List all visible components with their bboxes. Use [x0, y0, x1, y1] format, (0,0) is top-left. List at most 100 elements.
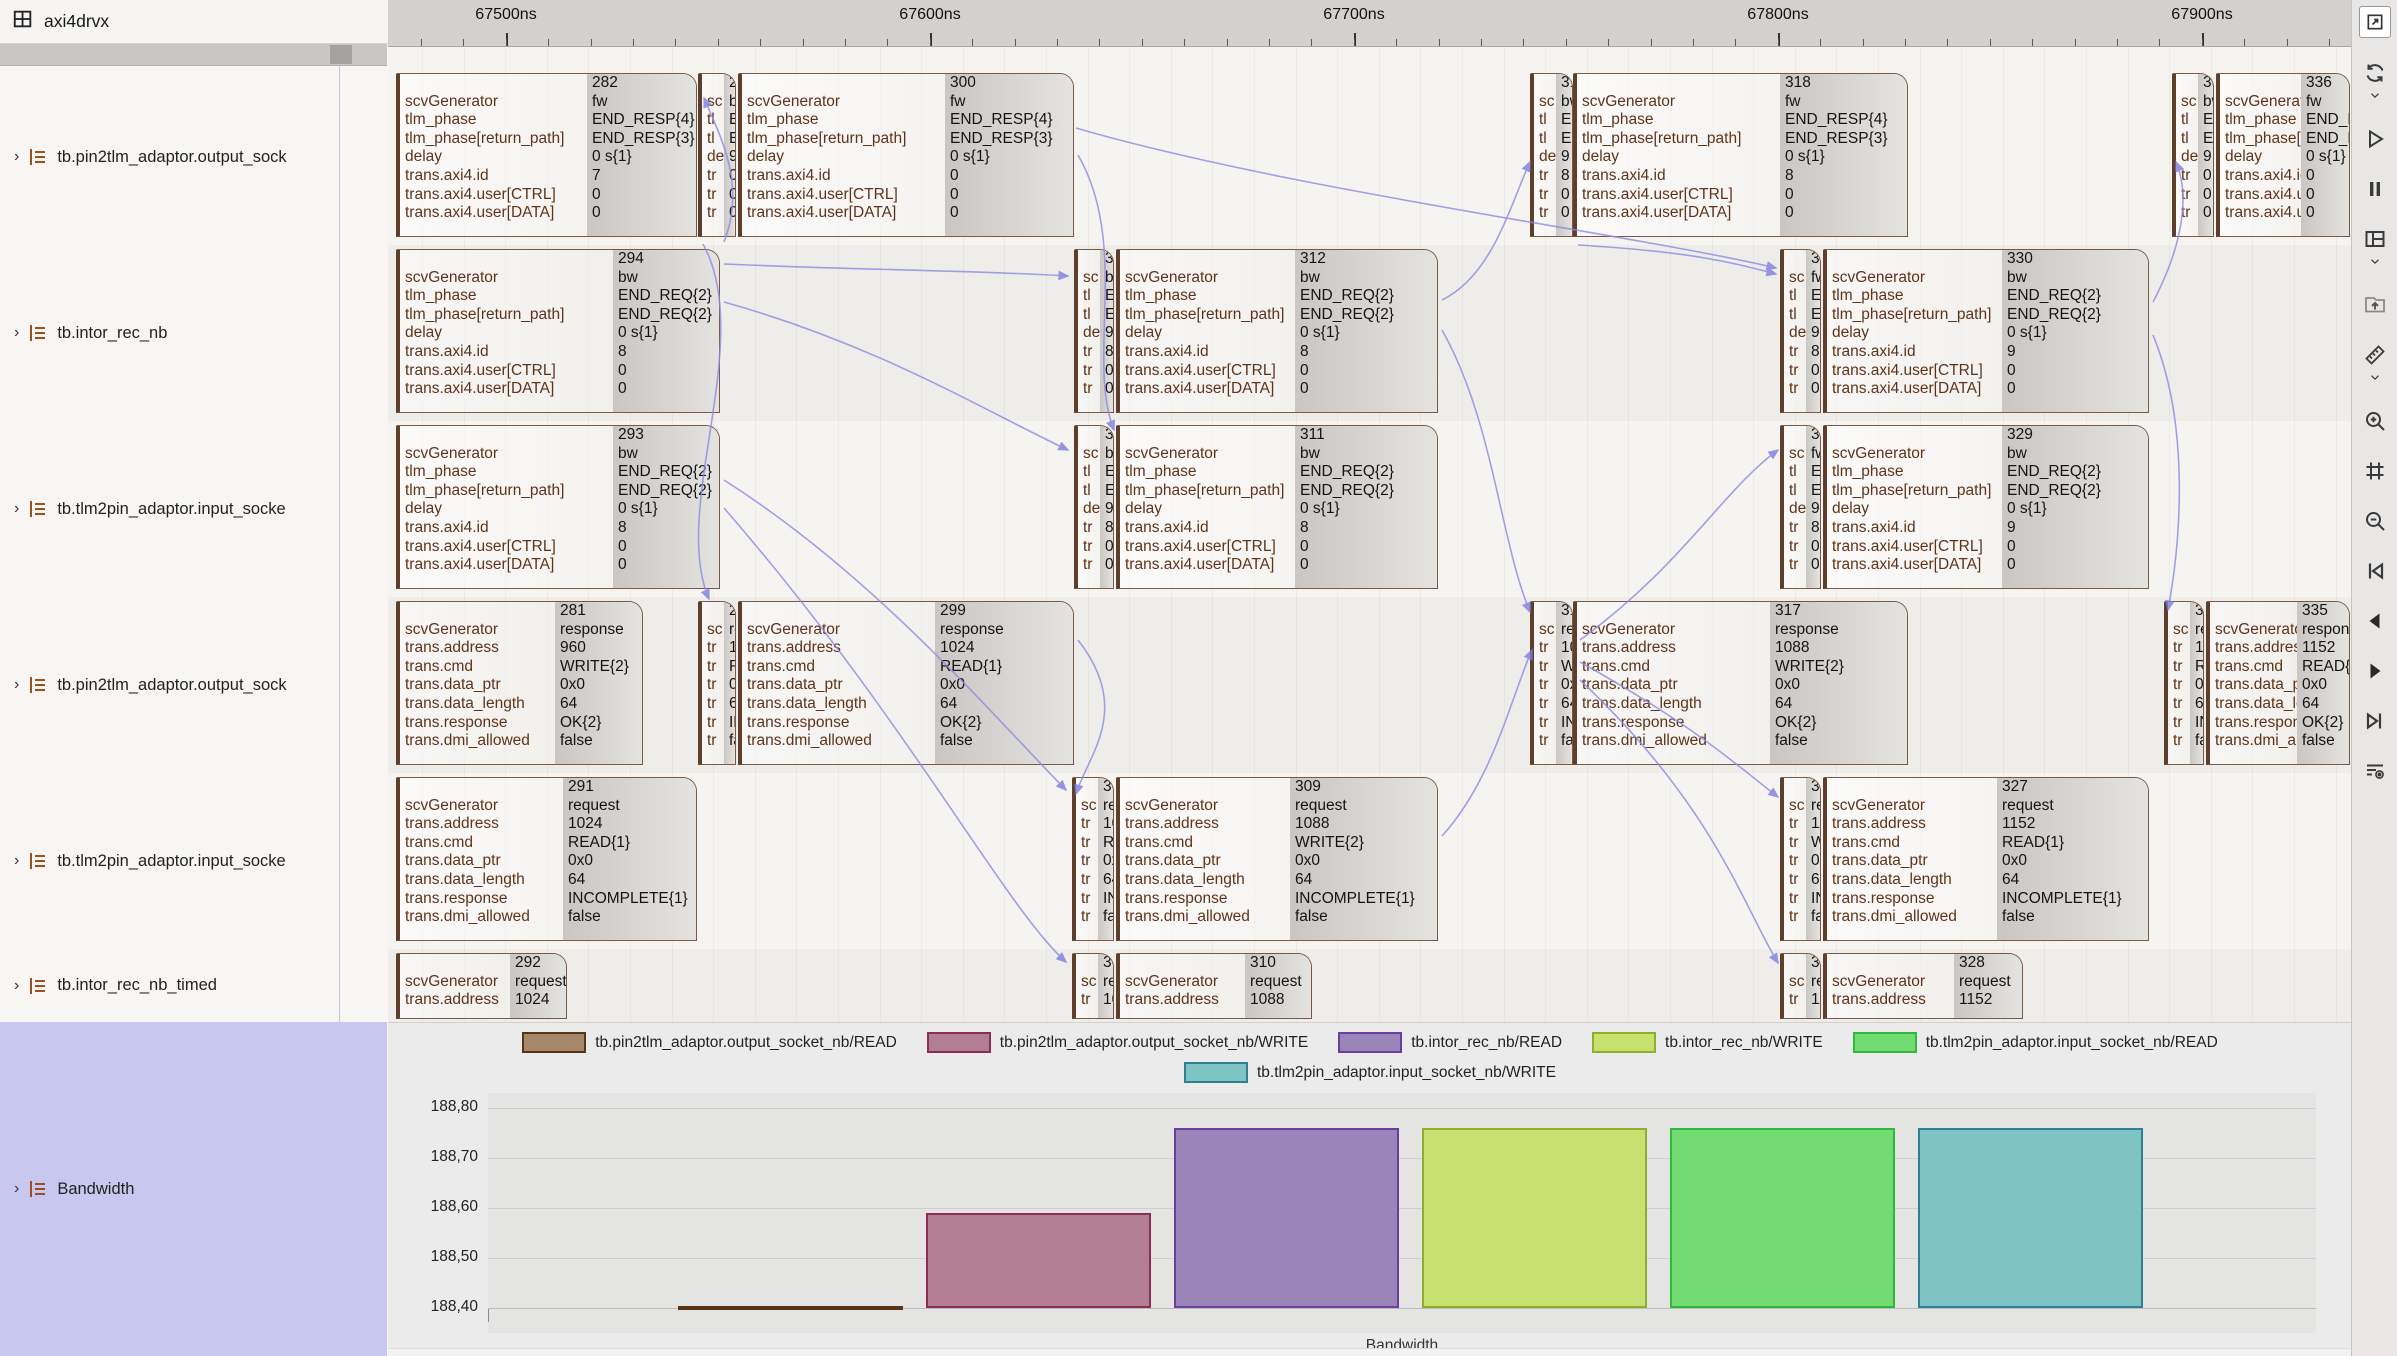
transaction-33[interactable]: sctltldetrtrtr33bwENEN9000	[2172, 73, 2214, 237]
ruler-icon[interactable]	[2359, 340, 2391, 370]
chart-legend-row: tb.tlm2pin_adaptor.input_socket_nb/WRITE	[388, 1062, 2352, 1083]
transaction-335[interactable]: scvGeneratortrans.addresstrans.cmdtrans.…	[2206, 601, 2350, 765]
chevron-right-icon[interactable]: ›	[14, 852, 19, 870]
refresh-icon[interactable]	[2359, 58, 2391, 88]
sidebar-item-tb-tlm2pin-adaptor-input-socke[interactable]: ›tb.tlm2pin_adaptor.input_socke	[0, 773, 387, 949]
transaction-31[interactable]: sctltldetrtrtr31bwENEN9800	[1530, 73, 1573, 237]
attr-label: trans.dmi_allowed	[747, 732, 935, 751]
attr-spacer	[1125, 778, 1290, 797]
transaction-attr-labels: scvGeneratortrans.addresstrans.cmdtrans.…	[1577, 602, 1770, 764]
transaction-330[interactable]: scvGeneratortlm_phasetlm_phase[return_pa…	[1823, 249, 2149, 413]
attr-label: sc	[707, 621, 724, 640]
transaction-327[interactable]: scvGeneratortrans.addresstrans.cmdtrans.…	[1823, 777, 2149, 941]
zoom-fit-icon[interactable]	[2359, 456, 2391, 486]
transaction-33[interactable]: sctrtrtrtrtrtr33re11RI0x64INfa	[2164, 601, 2204, 765]
transaction-30[interactable]: sctr30re10	[1072, 953, 1114, 1019]
attr-label: trans.cmd	[747, 658, 935, 677]
transaction-31[interactable]: sctrtrtrtrtrtr31re10W0x64INfa	[1530, 601, 1573, 765]
transaction-312[interactable]: scvGeneratortlm_phasetlm_phase[return_pa…	[1116, 249, 1438, 413]
chevron-down-icon[interactable]	[2359, 254, 2391, 270]
sidebar-horizontal-scrollbar[interactable]	[0, 44, 387, 66]
sidebar-item-bandwidth[interactable]: ›Bandwidth	[0, 1022, 387, 1356]
transaction-310[interactable]: scvGeneratortrans.address310request1088	[1116, 953, 1312, 1019]
transaction-317[interactable]: scvGeneratortrans.addresstrans.cmdtrans.…	[1573, 601, 1908, 765]
window-layout-icon[interactable]	[2359, 224, 2391, 254]
transaction-30[interactable]: sctltldetrtrtr30bwENEN9800	[1074, 249, 1114, 413]
transaction-29[interactable]: sctltldetrtrtr29bwENEN9000	[698, 73, 736, 237]
chart-bar-tb-pin2tlm-adaptor-output-socket-nb-read[interactable]	[678, 1306, 903, 1310]
bottom-scrollbar[interactable]	[388, 1348, 2352, 1356]
transaction-311[interactable]: scvGeneratortlm_phasetlm_phase[return_pa…	[1116, 425, 1438, 589]
transaction-300[interactable]: scvGeneratortlm_phasetlm_phase[return_pa…	[738, 73, 1074, 237]
prev-transaction-icon[interactable]	[2359, 606, 2391, 636]
transaction-328[interactable]: scvGeneratortrans.address328request1152	[1823, 953, 2023, 1019]
sidebar-item-tb-pin2tlm-adaptor-output-sock[interactable]: ›tb.pin2tlm_adaptor.output_sock	[0, 597, 387, 773]
transaction-293[interactable]: scvGeneratortlm_phasetlm_phase[return_pa…	[396, 425, 720, 589]
transaction-30[interactable]: sctrtrtrtrtrtr30re10RI0x64INfa	[1072, 777, 1114, 941]
sidebar-item-tb-intor-rec-nb-timed[interactable]: ›tb.intor_rec_nb_timed	[0, 949, 387, 1022]
transaction-292[interactable]: scvGeneratortrans.address292request1024	[396, 953, 567, 1019]
zoom-in-icon[interactable]	[2359, 406, 2391, 436]
transaction-336[interactable]: scvGeneratortlm_phasetlm_phase[return_pa…	[2216, 73, 2350, 237]
transaction-29[interactable]: sctrtrtrtrtrtr29re10RI0x64INfa	[698, 601, 736, 765]
folder-up-icon[interactable]	[2359, 290, 2391, 320]
chevron-right-icon[interactable]: ›	[14, 148, 19, 166]
attr-value: 0	[2306, 186, 2349, 205]
transaction-30[interactable]: sctltldetrtrtr30bwENEN9800	[1074, 425, 1114, 589]
chevron-right-icon[interactable]: ›	[14, 977, 19, 995]
transaction-294[interactable]: scvGeneratortlm_phasetlm_phase[return_pa…	[396, 249, 720, 413]
attr-label: trans.axi4.user[CTRL]	[1832, 362, 2002, 381]
attr-value: 0	[618, 362, 719, 381]
transaction-32[interactable]: sctrtrtrtrtrtr32re11W0x64INfa	[1780, 777, 1821, 941]
filter-settings-icon[interactable]	[2359, 756, 2391, 786]
chevron-right-icon[interactable]: ›	[14, 676, 19, 694]
pause-icon[interactable]	[2359, 174, 2391, 204]
chart-bar-tb-intor-rec-nb-write[interactable]	[1422, 1128, 1647, 1308]
transaction-attr-values: 300fwEND_RESP{4}END_RESP{3}0 s{1}000	[945, 74, 1073, 236]
zoom-out-icon[interactable]	[2359, 506, 2391, 536]
chevron-right-icon[interactable]: ›	[14, 324, 19, 342]
stream-row-tb-intor-rec-nb-timed	[388, 949, 2352, 1022]
chart-bar-tb-tlm2pin-adaptor-input-socket-nb-write[interactable]	[1918, 1128, 2143, 1308]
chevron-right-icon[interactable]: ›	[14, 1180, 19, 1198]
attr-label: scvGenerator	[1125, 269, 1295, 288]
sidebar-item-tb-tlm2pin-adaptor-input-socke[interactable]: ›tb.tlm2pin_adaptor.input_socke	[0, 421, 387, 597]
transaction-32[interactable]: sctr32re11	[1780, 953, 1821, 1019]
transaction-32[interactable]: sctltldetrtrtr32fwENEN9800	[1780, 249, 1821, 413]
chevron-down-icon[interactable]	[2359, 370, 2391, 386]
chevron-down-icon[interactable]	[2359, 88, 2391, 104]
attr-value: IN	[2195, 714, 2203, 733]
skip-end-icon[interactable]	[2359, 706, 2391, 736]
chart-bar-tb-tlm2pin-adaptor-input-socket-nb-read[interactable]	[1670, 1128, 1895, 1308]
next-transaction-icon[interactable]	[2359, 656, 2391, 686]
expand-icon[interactable]	[2359, 6, 2391, 38]
transaction-309[interactable]: scvGeneratortrans.addresstrans.cmdtrans.…	[1116, 777, 1438, 941]
sidebar-item-tb-pin2tlm-adaptor-output-sock[interactable]: ›tb.pin2tlm_adaptor.output_sock	[0, 69, 387, 245]
transaction-291[interactable]: scvGeneratortrans.addresstrans.cmdtrans.…	[396, 777, 697, 941]
transaction-299[interactable]: scvGeneratortrans.addresstrans.cmdtrans.…	[738, 601, 1074, 765]
scrollbar-thumb[interactable]	[330, 45, 352, 64]
chevron-right-icon[interactable]: ›	[14, 500, 19, 518]
attr-label: scvGenerator	[1832, 973, 1954, 992]
attr-label: trans.axi4.id	[1832, 343, 2002, 362]
timeline-tick-label: 67900ns	[2171, 6, 2232, 24]
attr-value: bw	[618, 269, 719, 288]
timeline-ruler[interactable]: 67500ns67600ns67700ns67800ns67900ns	[388, 0, 2352, 47]
chart-bar-tb-pin2tlm-adaptor-output-socket-nb-write[interactable]	[926, 1213, 1151, 1308]
transaction-32[interactable]: sctltldetrtrtr32fwENEN9800	[1780, 425, 1821, 589]
transaction-329[interactable]: scvGeneratortlm_phasetlm_phase[return_pa…	[1823, 425, 2149, 589]
attr-label: trans.data_length	[1125, 871, 1290, 890]
attr-label: tlm_phase[return_path]	[1125, 482, 1295, 501]
transaction-viewer-app: axi4drvx ›tb.pin2tlm_adaptor.output_sock…	[0, 0, 2397, 1356]
transaction-318[interactable]: scvGeneratortlm_phasetlm_phase[return_pa…	[1573, 73, 1908, 237]
attr-label: tr	[707, 167, 724, 186]
sidebar-item-tb-intor-rec-nb[interactable]: ›tb.intor_rec_nb	[0, 245, 387, 421]
play-icon[interactable]	[2359, 124, 2391, 154]
transaction-282[interactable]: scvGeneratortlm_phasetlm_phase[return_pa…	[396, 73, 697, 237]
transaction-281[interactable]: scvGeneratortrans.addresstrans.cmdtrans.…	[396, 601, 643, 765]
attr-label: trans.cmd	[405, 658, 555, 677]
attr-label: tr	[1789, 519, 1806, 538]
attr-label: trans.axi4.id	[405, 519, 613, 538]
skip-start-icon[interactable]	[2359, 556, 2391, 586]
chart-bar-tb-intor-rec-nb-read[interactable]	[1174, 1128, 1399, 1308]
